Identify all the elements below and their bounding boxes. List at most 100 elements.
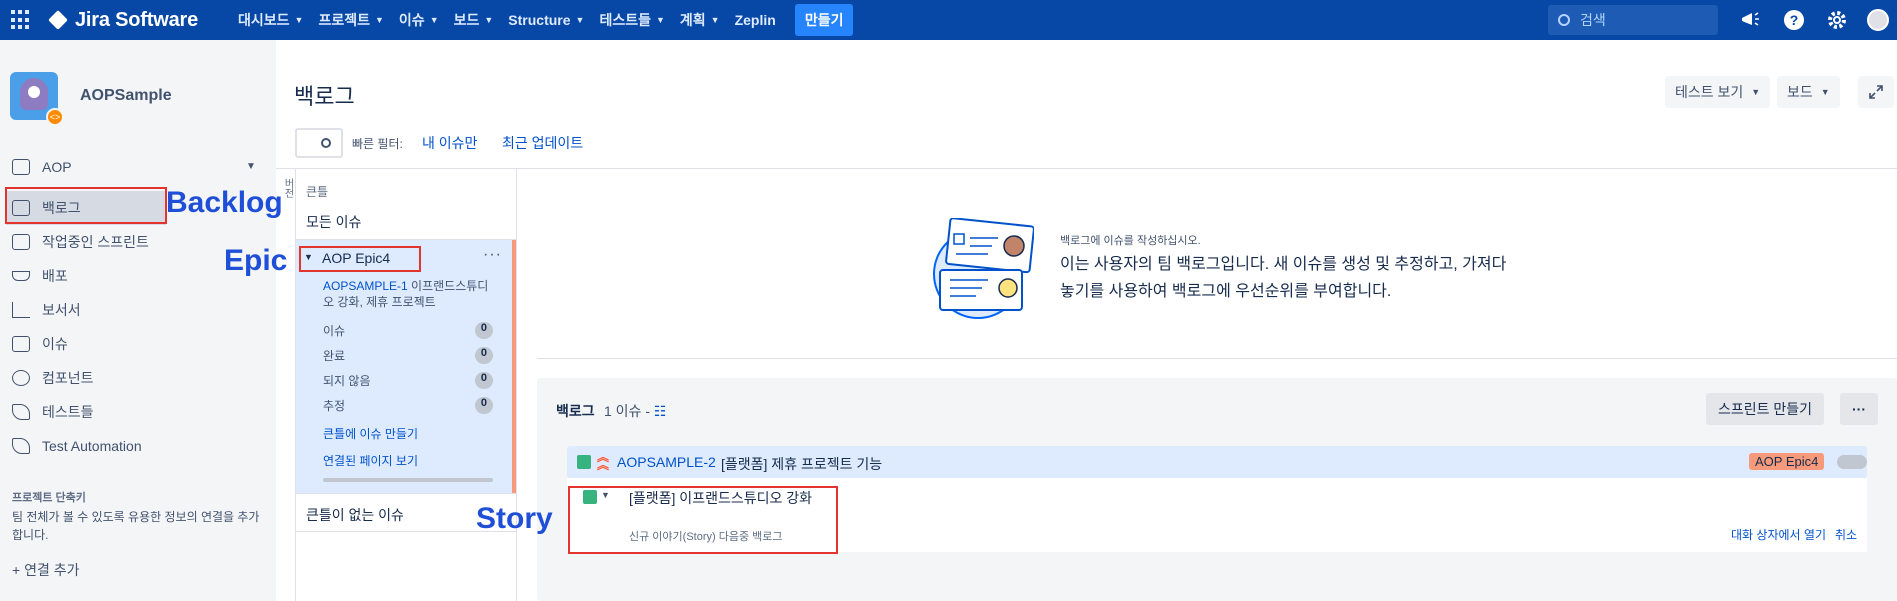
search-icon [1558, 14, 1570, 26]
sidebar-item-releases[interactable]: 배포 [12, 264, 68, 288]
settings-gear-icon[interactable] [1825, 8, 1849, 32]
nav-plans[interactable]: 계획 ▼ [680, 10, 720, 30]
list-view-icon[interactable]: ☷ [654, 403, 667, 419]
more-actions-icon[interactable]: ··· [1840, 393, 1878, 425]
sprint-board-icon [12, 234, 30, 250]
linked-pages-link[interactable]: 연결된 페이지 보기 [323, 452, 418, 469]
add-link-label: 연결 추가 [24, 562, 80, 578]
backlog-issue-row[interactable]: ︽ ︽ AOPSAMPLE-2 [플랫폼] 제휴 프로젝트 기능 AOP Epic… [567, 446, 1867, 478]
sidebar-item-label: 보서서 [42, 302, 81, 318]
backlog-annotation: Backlog [166, 186, 283, 219]
filter-recently-updated[interactable]: 최근 업데이트 [502, 133, 583, 153]
backlog-title: 백로그 [556, 403, 595, 419]
search-placeholder: 검색 [1580, 12, 1606, 28]
board-label: 보드 [1787, 84, 1813, 100]
epic-stat-estimate: 추정 0 [323, 397, 493, 414]
app-switcher-icon[interactable] [11, 10, 31, 30]
issues-without-epic-item[interactable]: 큰틀이 없는 이슈 [306, 505, 404, 525]
page-title: 백로그 [294, 84, 355, 109]
estimate-pill[interactable] [1837, 455, 1867, 469]
chevron-down-icon: ▼ [710, 15, 720, 25]
components-icon [12, 370, 30, 386]
epic-annotation: Epic [224, 244, 288, 277]
plus-icon: + [12, 562, 25, 578]
test-view-label: 테스트 보기 [1675, 84, 1744, 100]
chevron-down-icon: ▼ [429, 15, 439, 25]
jira-logo-icon [48, 10, 68, 30]
help-icon[interactable]: ? [1782, 8, 1806, 32]
sidebar-item-test-automation[interactable]: Test Automation [12, 434, 142, 458]
sidebar-item-label: 이슈 [42, 336, 68, 352]
nav-zeplin[interactable]: Zeplin [735, 12, 776, 28]
sidebar-item-components[interactable]: 컴포넌트 [12, 366, 94, 390]
epic-card[interactable]: ▼ AOP Epic4 ··· AOPSAMPLE-1 이프랜드스튜디오 강화,… [296, 240, 516, 493]
search-input[interactable]: 검색 [1548, 5, 1718, 35]
quick-filter-label: 빠른 필터: [352, 137, 403, 151]
sidebar-item-reports[interactable]: 보서서 [12, 298, 81, 322]
empty-state-description: 이는 사용자의 팀 백로그입니다. 새 이슈를 생성 및 추정하고, 가져다 놓… [1060, 256, 1507, 300]
tests-icon [12, 404, 30, 420]
epic-issue[interactable]: AOPSAMPLE-1 이프랜드스튜디오 강화, 제휴 프로젝트 [323, 278, 493, 310]
create-sprint-button[interactable]: 스프린트 만들기 [1706, 393, 1825, 425]
reports-icon [12, 302, 30, 318]
backlog-issue-count: 1 이슈 - ☷ [604, 403, 667, 419]
board-dropdown[interactable]: 보드 ▼ [1777, 76, 1840, 108]
board-icon [12, 159, 30, 175]
issues-icon [12, 336, 30, 352]
sidebar-item-label: 테스트들 [42, 404, 94, 420]
sidebar-item-issues[interactable]: 이슈 [12, 332, 68, 356]
project-shortcuts-description: 팀 전체가 볼 수 있도록 유용한 정보의 연결을 추가합니다. [12, 510, 260, 542]
sidebar-item-label: 배포 [42, 268, 68, 284]
open-in-dialog-link[interactable]: 대화 상자에서 열기 [1731, 526, 1826, 543]
sidebar-item-label: 작업중인 스프린트 [42, 234, 149, 250]
create-issue-in-epic-link[interactable]: 큰틀에 이슈 만들기 [323, 425, 418, 442]
nav-structure[interactable]: Structure ▼ [508, 12, 584, 28]
issue-summary: [플랫폼] 제휴 프로젝트 기능 [721, 456, 883, 472]
divider [537, 358, 1897, 359]
epic-issue-key[interactable]: AOPSAMPLE-1 [323, 279, 408, 293]
chevron-down-icon: ▼ [294, 15, 304, 25]
jira-logo[interactable]: Jira Software [48, 9, 198, 32]
nav-boards[interactable]: 보드 ▼ [454, 10, 494, 30]
test-automation-icon [12, 438, 30, 454]
project-avatar: <> [10, 72, 64, 126]
issue-key[interactable]: AOPSAMPLE-2 [617, 454, 716, 470]
expand-icon[interactable] [1858, 76, 1894, 108]
story-annotation: Story [476, 502, 553, 535]
chevron-down-icon: ▼ [655, 15, 665, 25]
nav-tests[interactable]: 테스트들 ▼ [599, 10, 664, 30]
quick-search-input[interactable] [295, 128, 343, 158]
sidebar-item-label: Test Automation [42, 438, 142, 454]
nav-issues[interactable]: 이슈 ▼ [399, 10, 439, 30]
empty-backlog-illustration [928, 217, 1035, 322]
all-issues-item[interactable]: 모든 이슈 [306, 212, 361, 232]
nav-menu: 대시보드 ▼ 프로젝트 ▼ 이슈 ▼ 보드 ▼ Structure ▼ 테스트들 ▼ 계획 ▼… [238, 4, 854, 36]
chevron-down-icon: ▼ [375, 15, 384, 25]
nav-dashboards[interactable]: 대시보드 ▼ [238, 10, 303, 30]
epic-highlight-box [299, 246, 421, 272]
chevron-down-icon: ▼ [1751, 87, 1761, 97]
sidebar-item-tests[interactable]: 테스트들 [12, 400, 94, 424]
scrollbar[interactable] [323, 478, 493, 482]
sidebar-item-active-sprints[interactable]: 작업중인 스프린트 [12, 230, 149, 254]
add-link-button[interactable]: + 연결 추가 [12, 560, 80, 580]
nav-projects[interactable]: 프로젝트 ▼ [318, 10, 383, 30]
versions-tab[interactable]: 버전 [280, 178, 295, 198]
epic-label[interactable]: AOP Epic4 [1749, 453, 1825, 470]
divider [516, 168, 517, 601]
filter-only-my-issues[interactable]: 내 이슈만 [422, 133, 477, 153]
notifications-icon[interactable] [1738, 8, 1762, 32]
project-header[interactable]: <> AOPSample [10, 72, 172, 126]
epic-stat-not-done: 되지 않음 0 [323, 372, 493, 389]
ship-icon [12, 271, 30, 281]
sidebar-item-label: 컴포넌트 [42, 370, 94, 386]
cancel-link[interactable]: 취소 [1835, 526, 1857, 543]
more-actions-icon[interactable]: ··· [483, 246, 502, 264]
create-button[interactable]: 만들기 [794, 4, 854, 36]
user-avatar[interactable] [1866, 8, 1890, 32]
divider [276, 168, 1897, 169]
test-view-dropdown[interactable]: 테스트 보기 ▼ [1665, 76, 1771, 108]
backlog-highlight-box [5, 187, 167, 224]
chevron-down-icon[interactable]: ▼ [246, 161, 256, 172]
board-selector[interactable]: AOP [12, 155, 72, 179]
